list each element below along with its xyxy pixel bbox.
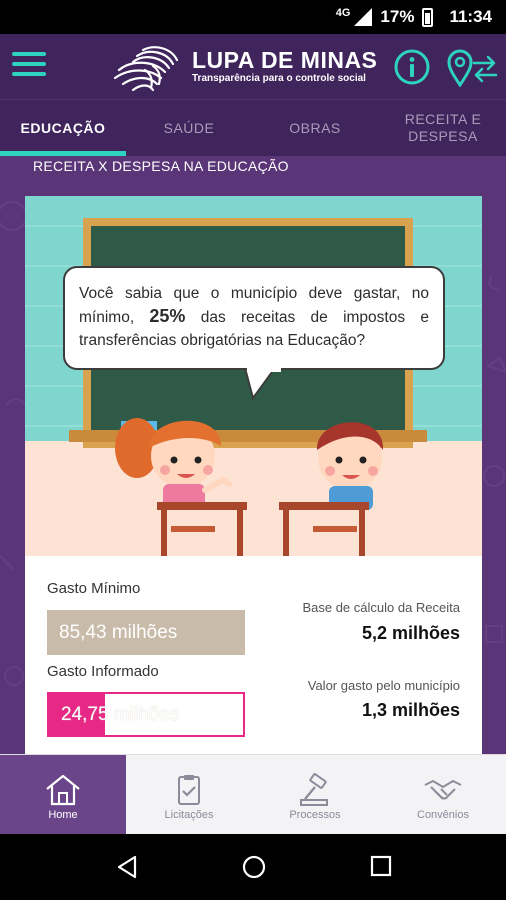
- info-icon[interactable]: [394, 49, 430, 85]
- gavel-icon: [300, 773, 328, 806]
- status-bar: 4G 17% 11:34: [0, 0, 506, 34]
- nav-home-label: Home: [48, 809, 78, 821]
- stats-panel: Gasto Mínimo 85,43 milhões Gasto Informa…: [25, 568, 482, 754]
- signal-icon: [354, 8, 373, 26]
- municipal-spend-label: Valor gasto pelo município: [307, 678, 460, 693]
- informed-spend-bar: 24,75 milhões: [47, 692, 245, 737]
- municipal-spend-value: 1,3 milhões: [361, 700, 460, 720]
- nav-home[interactable]: Home: [0, 755, 126, 835]
- home-icon: [46, 774, 80, 806]
- location-swap-icon[interactable]: [446, 47, 498, 87]
- category-tabs: EDUCAÇÃO SAÚDE OBRAS RECEITA E DESPESA: [0, 100, 506, 156]
- tab-obras[interactable]: OBRAS: [252, 100, 378, 156]
- battery-percent: 17%: [380, 7, 415, 26]
- revenue-base-label: Base de cálculo da Receita: [302, 600, 460, 615]
- informed-spend-value: 24,75 milhões: [61, 703, 180, 725]
- app-subtitle: Transparência para o controle social: [192, 73, 366, 84]
- back-icon[interactable]: [116, 855, 138, 879]
- revenue-base-value: 5,2 milhões: [361, 623, 460, 643]
- minimum-spend-value: 85,43 milhões: [47, 610, 245, 655]
- bubble-highlight: 25%: [149, 306, 186, 326]
- nav-processos[interactable]: Processos: [252, 755, 378, 835]
- app-bar: LUPA DE MINAS Transparência para o contr…: [0, 34, 506, 100]
- menu-icon[interactable]: [12, 52, 46, 80]
- education-card: Você sabia que o município deve gastar, …: [25, 196, 482, 754]
- tab-saude[interactable]: SAÚDE: [126, 100, 252, 156]
- nav-licitacoes-label: Licitações: [164, 809, 214, 821]
- informed-spend-label: Gasto Informado: [47, 663, 159, 680]
- nav-processos-label: Processos: [289, 809, 341, 821]
- nav-convenios[interactable]: Convênios: [380, 755, 506, 835]
- bottom-nav: Home Licitações Processos Convênios: [0, 754, 506, 835]
- tab-educacao[interactable]: EDUCAÇÃO: [0, 100, 126, 156]
- tab-receita-despesa[interactable]: RECEITA E DESPESA: [390, 100, 496, 156]
- main-content[interactable]: RECEITA X DESPESA NA EDUCAÇÃO Você sabia…: [0, 156, 506, 754]
- brand: LUPA DE MINAS Transparência para o contr…: [192, 48, 377, 85]
- handshake-icon: [424, 779, 462, 800]
- fingerprint-logo: [113, 46, 179, 92]
- bubble-tail-cover: [247, 368, 281, 372]
- system-nav-bar: [0, 834, 506, 900]
- home-circle-icon[interactable]: [242, 855, 266, 879]
- clock: 11:34: [449, 7, 492, 26]
- info-bubble: Você sabia que o município deve gastar, …: [63, 266, 445, 370]
- section-title: RECEITA X DESPESA NA EDUCAÇÃO: [33, 158, 289, 174]
- app-title: LUPA DE MINAS: [192, 47, 378, 73]
- minimum-spend-label: Gasto Mínimo: [47, 580, 141, 597]
- nav-licitacoes[interactable]: Licitações: [126, 755, 252, 835]
- nav-convenios-label: Convênios: [417, 809, 469, 821]
- recents-icon[interactable]: [370, 855, 392, 877]
- clipboard-check-icon: [178, 775, 200, 805]
- network-type: 4G: [335, 7, 351, 19]
- battery-icon: [422, 7, 434, 27]
